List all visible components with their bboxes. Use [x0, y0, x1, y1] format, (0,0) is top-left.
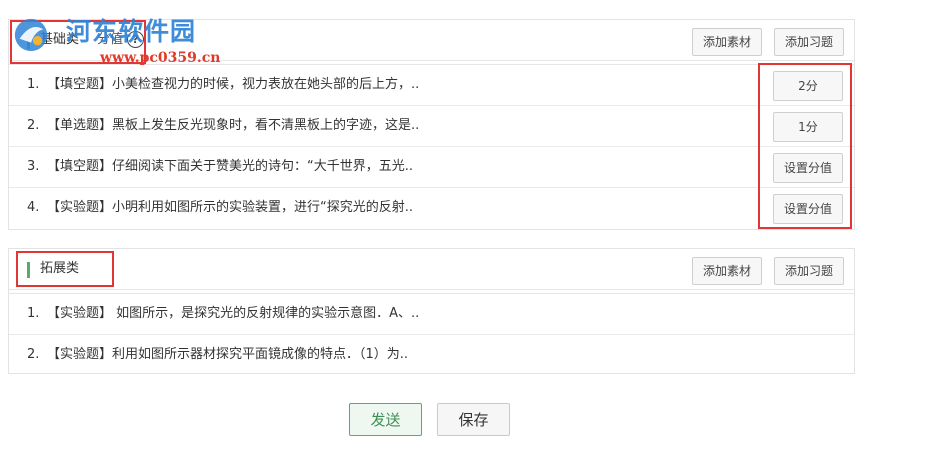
question-type: 【填空题】	[47, 77, 113, 92]
section-basic: 基础类 分值 ? 添加素材 添加习题 1. 【填空题】小美检查视力的时候，视力表…	[8, 19, 855, 230]
question-type: 【实验题】	[47, 347, 113, 362]
question-row: 2. 【单选题】黑板上发生反光现象时，看不清黑板上的字迹，这是.. 1分	[9, 106, 854, 147]
question-type: 【实验题】	[47, 200, 113, 215]
question-text-line[interactable]: 【实验题】 如图所示，是探究光的反射规律的实验示意图．A、..	[47, 305, 419, 323]
question-text-line[interactable]: 【实验题】利用如图所示器材探究平面镜成像的特点．（1）为..	[47, 346, 408, 364]
save-button[interactable]: 保存	[437, 403, 510, 436]
score-button[interactable]: 1分	[773, 112, 843, 142]
add-exercise-button[interactable]: 添加习题	[774, 257, 844, 285]
question-text: 仔细阅读下面关于赞美光的诗句：“大千世界，五光..	[112, 159, 414, 174]
section-accent-bar	[27, 33, 30, 49]
section-title: 基础类	[40, 32, 80, 47]
question-type: 【单选题】	[47, 118, 113, 133]
set-score-button[interactable]: 设置分值	[773, 153, 843, 183]
section-title: 拓展类	[40, 261, 80, 276]
question-row: 1. 【实验题】 如图所示，是探究光的反射规律的实验示意图．A、..	[9, 294, 854, 335]
question-type: 【实验题】	[47, 306, 113, 321]
question-index: 2.	[27, 118, 40, 133]
question-text: 利用如图所示器材探究平面镜成像的特点．（1）为..	[112, 347, 409, 362]
question-text: 如图所示，是探究光的反射规律的实验示意图．A、..	[112, 306, 420, 321]
question-text: 小美检查视力的时候，视力表放在她头部的后上方，..	[112, 77, 420, 92]
question-text-line[interactable]: 【填空题】小美检查视力的时候，视力表放在她头部的后上方，..	[47, 76, 419, 94]
question-index: 3.	[27, 159, 40, 174]
add-exercise-button[interactable]: 添加习题	[774, 28, 844, 56]
section-header: 基础类 分值 ? 添加素材 添加习题	[9, 20, 854, 61]
question-text-line[interactable]: 【实验题】小明利用如图所示的实验装置，进行“探究光的反射..	[47, 199, 413, 217]
score-label: 分值	[97, 32, 124, 47]
question-index: 1.	[27, 77, 40, 92]
add-material-button[interactable]: 添加素材	[692, 257, 762, 285]
question-row: 4. 【实验题】小明利用如图所示的实验装置，进行“探究光的反射.. 设置分值	[9, 188, 854, 228]
question-type: 【填空题】	[47, 159, 113, 174]
question-text-line[interactable]: 【填空题】仔细阅读下面关于赞美光的诗句：“大千世界，五光..	[47, 158, 413, 176]
question-index: 1.	[27, 306, 40, 321]
section-extended: 拓展类 添加素材 添加习题 1. 【实验题】 如图所示，是探究光的反射规律的实验…	[8, 248, 855, 374]
set-score-button[interactable]: 设置分值	[773, 194, 843, 224]
section-accent-bar	[27, 262, 30, 278]
add-material-button[interactable]: 添加素材	[692, 28, 762, 56]
question-text: 小明利用如图所示的实验装置，进行“探究光的反射..	[112, 200, 414, 215]
question-index: 4.	[27, 200, 40, 215]
question-index: 2.	[27, 347, 40, 362]
question-row: 3. 【填空题】仔细阅读下面关于赞美光的诗句：“大千世界，五光.. 设置分值	[9, 147, 854, 188]
help-icon[interactable]: ?	[127, 31, 144, 48]
question-text-line[interactable]: 【单选题】黑板上发生反光现象时，看不清黑板上的字迹，这是..	[47, 117, 419, 135]
question-row: 1. 【填空题】小美检查视力的时候，视力表放在她头部的后上方，.. 2分	[9, 65, 854, 106]
question-list: 1. 【实验题】 如图所示，是探究光的反射规律的实验示意图．A、.. 2. 【实…	[9, 293, 854, 362]
question-text: 黑板上发生反光现象时，看不清黑板上的字迹，这是..	[112, 118, 420, 133]
section-header: 拓展类 添加素材 添加习题	[9, 249, 854, 290]
score-button[interactable]: 2分	[773, 71, 843, 101]
send-button[interactable]: 发送	[349, 403, 422, 436]
question-list: 1. 【填空题】小美检查视力的时候，视力表放在她头部的后上方，.. 2分 2. …	[9, 64, 854, 224]
question-row: 2. 【实验题】利用如图所示器材探究平面镜成像的特点．（1）为..	[9, 335, 854, 375]
